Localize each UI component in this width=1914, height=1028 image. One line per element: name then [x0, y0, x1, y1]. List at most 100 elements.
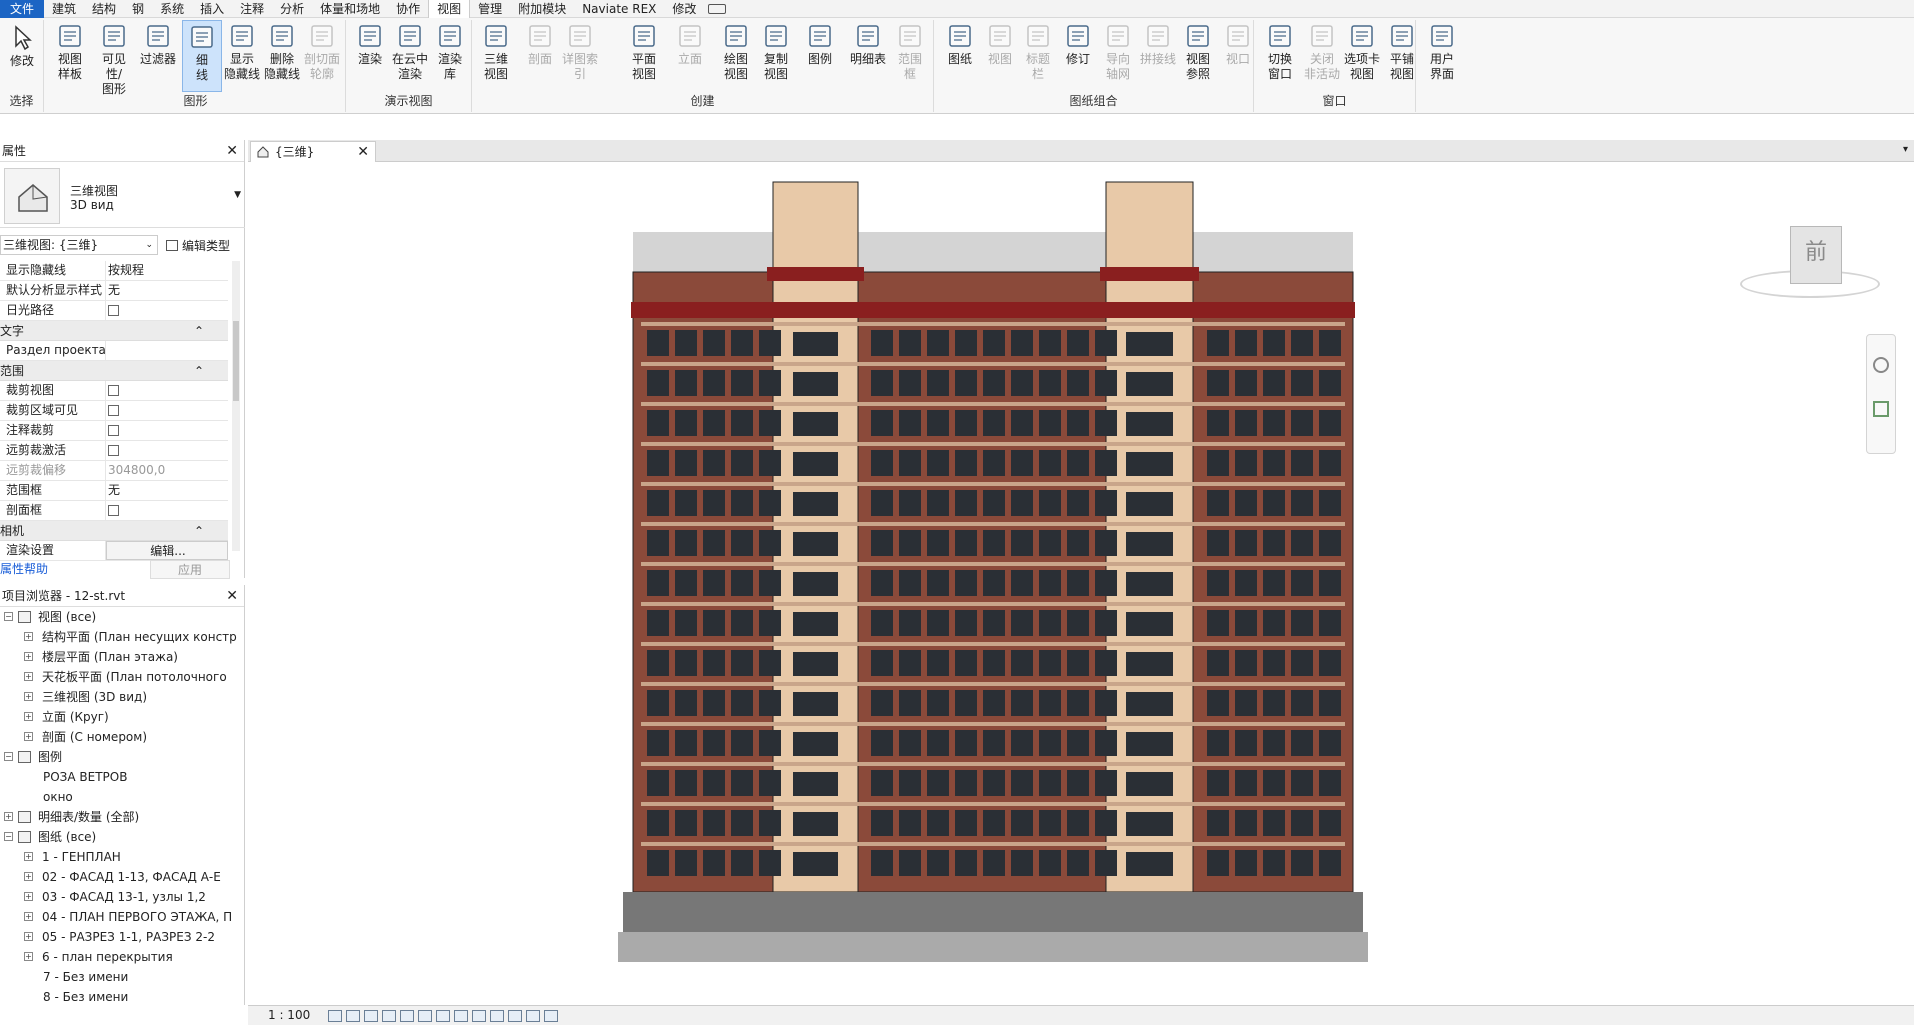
expand-toggle-icon[interactable]: + — [24, 912, 33, 921]
menu-architecture[interactable]: 建筑 — [44, 0, 84, 18]
expand-toggle-icon[interactable]: + — [24, 712, 33, 721]
menu-insert[interactable]: 插入 — [192, 0, 232, 18]
ribbon-button-5[interactable]: 删除 隐藏线 — [262, 20, 302, 92]
properties-scrollbar[interactable] — [232, 261, 240, 551]
expand-toggle-icon[interactable]: + — [24, 952, 33, 961]
view-control-icon[interactable] — [454, 1010, 468, 1022]
property-category[interactable]: 范围 ⌃ — [0, 361, 228, 381]
chevron-down-icon[interactable]: ▼ — [234, 190, 241, 200]
ribbon-button-13[interactable]: 平面 视图 — [624, 20, 664, 92]
ribbon-button-20[interactable]: 图纸 — [940, 20, 980, 92]
close-icon[interactable]: ✕ — [226, 585, 238, 607]
ribbon-button-25[interactable]: 拼接线 — [1138, 20, 1178, 92]
zoom-icon[interactable] — [1873, 401, 1889, 417]
browser-tree-item[interactable]: 8 - Без имени — [0, 987, 244, 1005]
ribbon-button-7[interactable]: 渲染 — [350, 20, 390, 92]
edit-type-button[interactable]: 编辑类型 — [166, 237, 230, 254]
expand-toggle-icon[interactable]: + — [24, 892, 33, 901]
menu-view[interactable]: 视图 — [428, 0, 471, 18]
expand-toggle-icon[interactable]: + — [24, 872, 33, 881]
ribbon-button-11[interactable]: 剖面 — [520, 20, 560, 92]
view-control-icon[interactable] — [418, 1010, 432, 1022]
view-instance-dropdown[interactable]: 三维视图: {三维} ⌄ — [0, 235, 158, 255]
expand-toggle-icon[interactable]: + — [24, 692, 33, 701]
menu-addins[interactable]: 附加模块 — [510, 0, 574, 18]
browser-tree-item[interactable]: +1 - ГЕНПЛАН — [0, 847, 244, 867]
browser-tree-item[interactable]: − 图例 — [0, 747, 244, 767]
expand-toggle-icon[interactable]: + — [24, 932, 33, 941]
browser-tree-item[interactable]: +04 - ПЛАН ПЕРВОГО ЭТАЖА, П — [0, 907, 244, 927]
property-checkbox[interactable] — [108, 405, 119, 416]
property-value[interactable] — [106, 441, 228, 460]
property-value[interactable] — [106, 381, 228, 400]
menu-manage[interactable]: 管理 — [470, 0, 510, 18]
menu-collaborate[interactable]: 协作 — [388, 0, 428, 18]
expand-toggle-icon[interactable]: + — [4, 812, 13, 821]
ribbon-button-1[interactable]: 可见性/ 图形 — [94, 20, 134, 96]
ribbon-button-8[interactable]: 在云中 渲染 — [390, 20, 430, 92]
property-checkbox[interactable] — [108, 445, 119, 456]
ribbon-button-28[interactable]: 切换 窗口 — [1260, 20, 1300, 92]
browser-tree-item[interactable]: +05 - РАЗРЕЗ 1-1, РАЗРЕЗ 2-2 — [0, 927, 244, 947]
ribbon-button-24[interactable]: 导向 轴网 — [1098, 20, 1138, 92]
expand-toggle-icon[interactable]: + — [24, 632, 33, 641]
ribbon-button-32[interactable]: 用户 界面 — [1422, 20, 1462, 92]
view-control-icon[interactable] — [436, 1010, 450, 1022]
browser-tree-item[interactable]: окно — [0, 787, 244, 807]
property-value[interactable]: 按规程 — [106, 261, 228, 280]
3d-viewport[interactable] — [248, 162, 1914, 1005]
property-value[interactable]: 无 — [106, 481, 228, 500]
ribbon-button-23[interactable]: 修订 — [1058, 20, 1098, 92]
collapse-icon[interactable]: ⌃ — [194, 361, 204, 380]
tab-3d-view[interactable]: {三维} ✕ — [250, 141, 376, 162]
ribbon-button-16[interactable]: 复制 视图 — [756, 20, 796, 92]
ribbon-button-10[interactable]: 三维 视图 — [476, 20, 516, 92]
browser-tree-item[interactable]: + 剖面 (С номером) — [0, 727, 244, 747]
browser-tree-item[interactable]: + 明细表/数量 (全部) — [0, 807, 244, 827]
property-value[interactable]: 无 — [106, 281, 228, 300]
view-control-icon[interactable] — [328, 1010, 342, 1022]
ribbon-button-17[interactable]: 图例 — [800, 20, 840, 92]
menu-modify[interactable]: 修改 — [664, 0, 704, 18]
ribbon-button-3[interactable]: 细 线 — [182, 20, 222, 92]
property-value[interactable] — [106, 421, 228, 440]
menu-steel[interactable]: 钢 — [124, 0, 152, 18]
apply-button[interactable]: 应用 — [150, 560, 230, 579]
ribbon-button-29[interactable]: 关闭 非活动 — [1302, 20, 1342, 92]
view-scale[interactable]: 1 : 100 — [268, 1006, 310, 1025]
view-control-icon[interactable] — [400, 1010, 414, 1022]
expand-toggle-icon[interactable]: − — [4, 832, 13, 841]
browser-tree-item[interactable]: 7 - Без имени — [0, 967, 244, 987]
expand-toggle-icon[interactable]: + — [24, 652, 33, 661]
modify-button[interactable]: 修改 — [2, 22, 42, 94]
view-control-icon[interactable] — [364, 1010, 378, 1022]
menu-structure[interactable]: 结构 — [84, 0, 124, 18]
view-control-icon[interactable] — [346, 1010, 360, 1022]
ribbon-button-18[interactable]: 明细表 — [848, 20, 888, 92]
browser-tree-item[interactable]: − 图纸 (все) — [0, 827, 244, 847]
close-icon[interactable]: ✕ — [357, 142, 369, 162]
expand-toggle-icon[interactable]: + — [24, 672, 33, 681]
select-dropdown[interactable]: 选择 — [0, 92, 43, 109]
browser-tree-item[interactable]: РОЗА ВЕТРОВ — [0, 767, 244, 787]
menu-annotate[interactable]: 注释 — [232, 0, 272, 18]
collapse-icon[interactable]: ⌃ — [194, 521, 204, 540]
property-checkbox[interactable] — [108, 425, 119, 436]
ribbon-button-26[interactable]: 视图 参照 — [1178, 20, 1218, 92]
property-category[interactable]: 相机 ⌃ — [0, 521, 228, 541]
view-control-icon[interactable] — [382, 1010, 396, 1022]
property-value[interactable] — [106, 501, 228, 520]
viewcube[interactable]: 前 — [1790, 226, 1842, 284]
browser-tree-item[interactable]: +6 - план перекрытия — [0, 947, 244, 967]
ribbon-button-22[interactable]: 标题 栏 — [1018, 20, 1058, 92]
view-control-icon[interactable] — [544, 1010, 558, 1022]
collapse-icon[interactable]: ⌃ — [194, 321, 204, 340]
ribbon-button-15[interactable]: 绘图 视图 — [716, 20, 756, 92]
property-value[interactable] — [106, 401, 228, 420]
ribbon-button-31[interactable]: 平铺 视图 — [1382, 20, 1422, 92]
ribbon-button-27[interactable]: 视口 — [1218, 20, 1258, 92]
ribbon-button-19[interactable]: 范围 框 — [890, 20, 930, 92]
tab-list-icon[interactable]: ▾ — [1903, 144, 1908, 155]
browser-tree-item[interactable]: + 结构平面 (План несущих констр — [0, 627, 244, 647]
menu-systems[interactable]: 系统 — [152, 0, 192, 18]
